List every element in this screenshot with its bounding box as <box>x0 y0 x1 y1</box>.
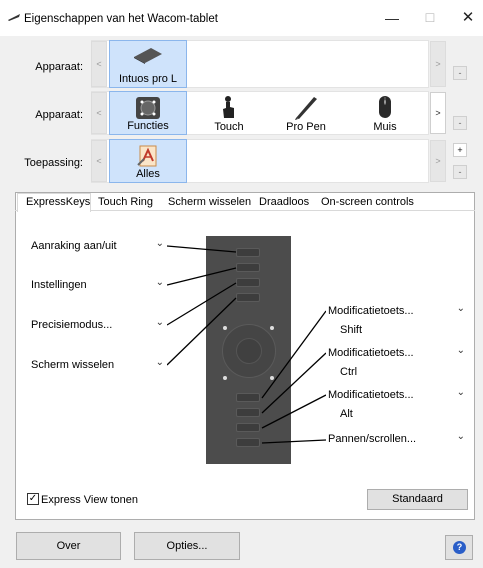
chevron-down-icon: ⌄ <box>456 387 465 398</box>
chevron-down-icon: ⌄ <box>155 317 164 328</box>
modifier-value: Alt <box>340 408 353 420</box>
expresskey-6-dropdown[interactable]: Modificatietoets... ⌄ <box>326 343 468 363</box>
expresskey-1-dropdown[interactable]: Aanraking aan/uit ⌄ <box>25 236 167 256</box>
about-button[interactable]: Over <box>16 532 121 560</box>
express-view-checkbox[interactable]: ✓ <box>27 493 39 505</box>
expresskey-7-dropdown[interactable]: Modificatietoets... ⌄ <box>326 385 468 405</box>
chevron-down-icon: ⌄ <box>456 345 465 356</box>
standard-button[interactable]: Standaard <box>367 489 468 510</box>
help-icon: ? <box>453 541 466 554</box>
chevron-down-icon: ⌄ <box>155 357 164 368</box>
express-view-label: Express View tonen <box>41 494 139 506</box>
modifier-value: Shift <box>340 324 363 336</box>
expresskey-8-dropdown[interactable]: Pannen/scrollen... ⌄ <box>326 429 468 449</box>
chevron-down-icon: ⌄ <box>456 431 465 442</box>
options-button[interactable]: Opties... <box>134 532 240 560</box>
expresskey-3-dropdown[interactable]: Precisiemodus... ⌄ <box>25 315 167 335</box>
chevron-down-icon: ⌄ <box>456 303 465 314</box>
modifier-value: Ctrl <box>340 366 358 378</box>
chevron-down-icon: ⌄ <box>155 238 164 249</box>
expresskey-2-dropdown[interactable]: Instellingen ⌄ <box>25 275 167 295</box>
chevron-down-icon: ⌄ <box>155 277 164 288</box>
expresskey-4-dropdown[interactable]: Scherm wisselen ⌄ <box>25 355 167 375</box>
help-button[interactable]: ? <box>445 535 473 560</box>
expresskey-5-dropdown[interactable]: Modificatietoets... ⌄ <box>326 301 468 321</box>
